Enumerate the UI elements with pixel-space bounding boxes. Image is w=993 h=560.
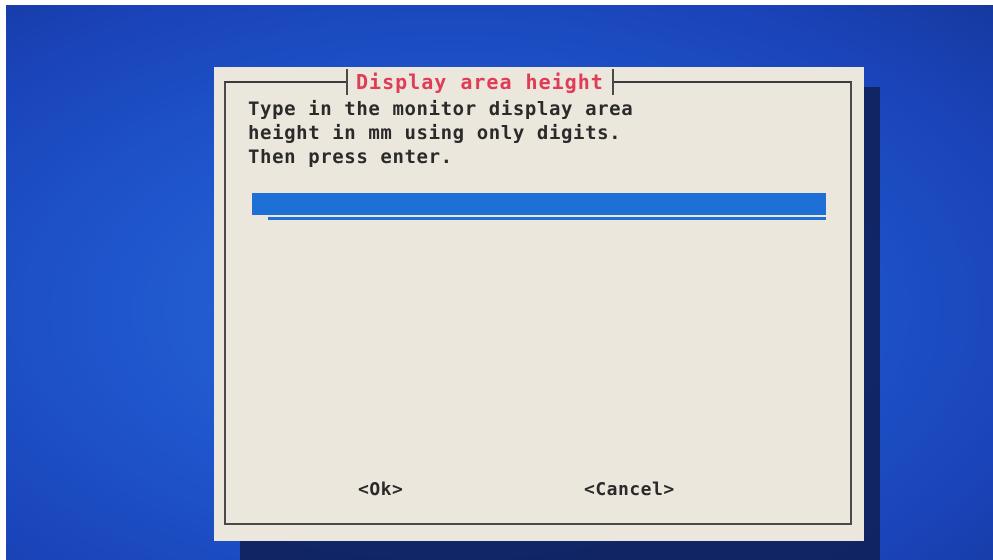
input-dialog: Display area height Type in the monitor … [214, 67, 864, 541]
dialog-prompt: Type in the monitor display area height … [248, 98, 634, 168]
input-underline [268, 217, 826, 220]
dialog-title: Display area height [356, 70, 604, 94]
screen-background: Display area height Type in the monitor … [6, 5, 993, 560]
dialog-title-box: Display area height [346, 69, 614, 95]
ok-button[interactable]: <Ok> [358, 479, 403, 500]
height-input[interactable] [252, 193, 826, 215]
cancel-button[interactable]: <Cancel> [584, 479, 675, 500]
